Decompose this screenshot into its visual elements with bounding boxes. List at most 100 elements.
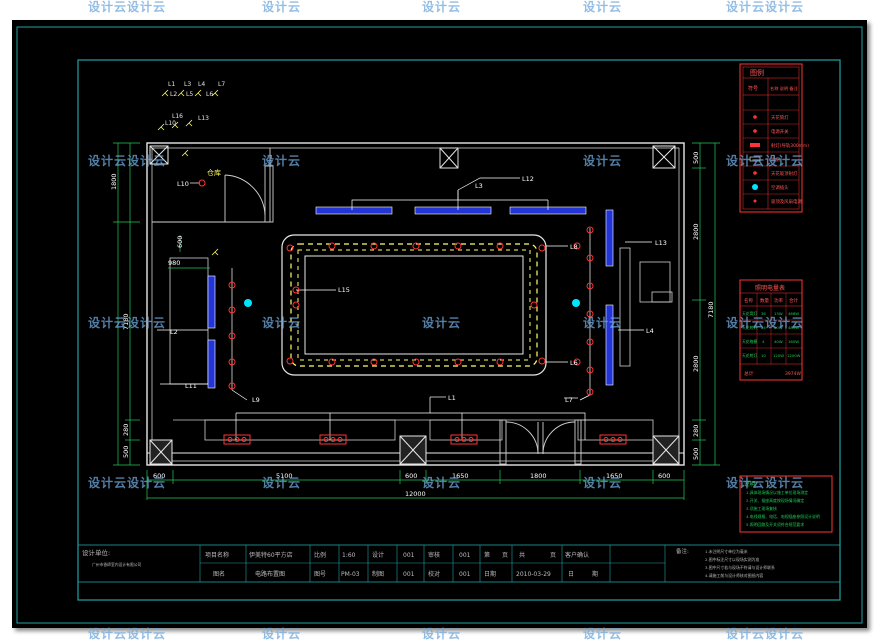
watermark: 设计云设计云 [88,627,167,641]
svg-text:2010-03-29: 2010-03-29 [516,571,551,578]
svg-text:L10: L10 [177,180,189,188]
ac-outlet-left [244,299,252,307]
svg-text:L2: L2 [170,91,177,98]
svg-text:日: 日 [568,571,574,578]
svg-text:4: 4 [762,339,765,344]
remarks-label: 备注: [676,547,689,555]
svg-text:1800: 1800 [530,472,547,480]
svg-text:4.请施工前与设计师核对图纸内容: 4.请施工前与设计师核对图纸内容 [705,573,763,578]
svg-text:期: 期 [592,570,598,578]
watermark: 设计云设计云 [726,627,805,641]
legend-item-6: 空调插头 [771,184,789,191]
svg-text:160W: 160W [788,339,799,344]
svg-text:制图: 制图 [372,570,384,578]
watermark: 设计云设计云 [726,476,805,490]
watermark: 设计云 [422,476,462,490]
svg-text:图名: 图名 [213,570,225,578]
svg-text:合计: 合计 [789,297,798,304]
svg-text:电路布置图: 电路布置图 [255,570,285,578]
ac-outlet-right [572,299,580,307]
svg-text:L9: L9 [252,396,260,404]
watermark: 设计云 [422,0,462,14]
legend-col-name: 名称 说明 备注 [770,85,799,92]
svg-text:1.未注明尺寸单位为毫米: 1.未注明尺寸单位为毫米 [705,549,748,554]
svg-text:L1: L1 [168,81,175,88]
svg-text:伊美特60平方店: 伊美特60平方店 [249,551,293,559]
svg-text:1:60: 1:60 [342,552,356,559]
svg-text:L6: L6 [206,91,213,98]
svg-text:001: 001 [403,552,415,559]
svg-text:名称: 名称 [744,297,753,304]
watermark: 设计云 [422,316,462,330]
svg-text:2800: 2800 [692,355,700,372]
svg-text:客户确认: 客户确认 [565,551,589,559]
watermark: 设计云 [262,627,302,641]
svg-text:L13: L13 [198,115,209,122]
svg-text:比例: 比例 [314,551,326,559]
svg-text:001: 001 [459,571,471,578]
svg-text:120W: 120W [773,353,784,358]
svg-text:校对: 校对 [428,570,440,578]
svg-text:L2: L2 [170,328,178,336]
svg-text:功率: 功率 [774,297,783,304]
watermark: 设计云设计云 [88,316,167,330]
entrance-doors [499,419,582,465]
storeroom-label: 仓库 [207,168,221,177]
watermark: 设计云设计云 [88,476,167,490]
watermark: 设计云 [262,0,302,14]
svg-text:L7: L7 [565,396,573,404]
svg-text:5.照明回路及开关须符合规范要求: 5.照明回路及开关须符合规范要求 [746,522,804,527]
svg-text:L10: L10 [165,120,176,127]
track-lights [207,206,614,389]
load-total-value: 3974W [785,371,801,377]
svg-text:280: 280 [122,424,130,436]
legend-panel: 图例 符号 名称 说明 备注 天花筒灯 电源开关 射灯(导轨300mm) 格栅 … [739,63,809,213]
svg-text:设计: 设计 [372,551,384,559]
design-unit: 广州市香缔室内设计有限公司 [92,562,142,567]
watermark: 设计云设计云 [726,316,805,330]
columns [149,145,680,465]
svg-text:1200W: 1200W [787,353,801,358]
svg-text:L7: L7 [218,81,225,88]
svg-text:2.开关、插座高度按现场情况确定: 2.开关、插座高度按现场情况确定 [746,498,804,503]
svg-text:500: 500 [692,448,700,460]
watermark: 设计云 [583,476,623,490]
svg-text:2.图中标注尺寸以现场实测为准: 2.图中标注尺寸以现场实测为准 [705,557,759,562]
svg-text:共: 共 [519,551,525,559]
watermark: 设计云 [583,0,623,14]
svg-text:L15: L15 [338,286,350,294]
legend-col-symbol: 符号 [748,85,758,92]
watermark: 设计云设计云 [726,154,805,168]
svg-text:600: 600 [658,472,670,480]
title-block: 设计单位: 广州市香缔室内设计有限公司 项目名称 伊美特60平方店 比例 1:6… [77,544,841,583]
watermark: 设计云 [583,627,623,641]
svg-text:L16: L16 [172,113,183,120]
svg-text:500: 500 [692,152,700,164]
svg-text:10: 10 [761,353,766,358]
svg-text:项目名称: 项目名称 [205,551,229,559]
svg-text:600: 600 [405,472,417,480]
switch-labels: L1 L3 L4 L7 L2 L5 L6 L16 L10 L13 [165,81,225,127]
svg-text:L3: L3 [475,182,483,190]
svg-text:280: 280 [692,425,700,437]
svg-text:页: 页 [550,552,556,559]
svg-text:12000: 12000 [405,490,426,498]
svg-text:4.电线规格、电话、电视插座参照设计说明: 4.电线规格、电话、电视插座参照设计说明 [746,514,820,519]
svg-text:2800: 2800 [692,223,700,240]
svg-text:PM-03: PM-03 [341,571,360,578]
legend-item-7: 吸顶及风扇电源 [771,198,802,205]
central-counter [281,234,547,376]
svg-text:日期: 日期 [484,570,496,578]
watermark: 设计云 [262,316,302,330]
svg-text:页: 页 [502,552,508,559]
svg-text:天花格栅: 天花格栅 [742,339,757,344]
svg-text:L3: L3 [184,81,191,88]
watermark: 设计云 [422,627,462,641]
wall-shelves [169,247,673,441]
load-total-label: 总计 [744,370,754,377]
wiring [157,177,652,440]
legend-item-2: 电源开关 [771,128,789,135]
svg-text:500: 500 [122,446,130,458]
svg-text:图号: 图号 [314,571,326,578]
watermark: 设计云 [583,154,623,168]
